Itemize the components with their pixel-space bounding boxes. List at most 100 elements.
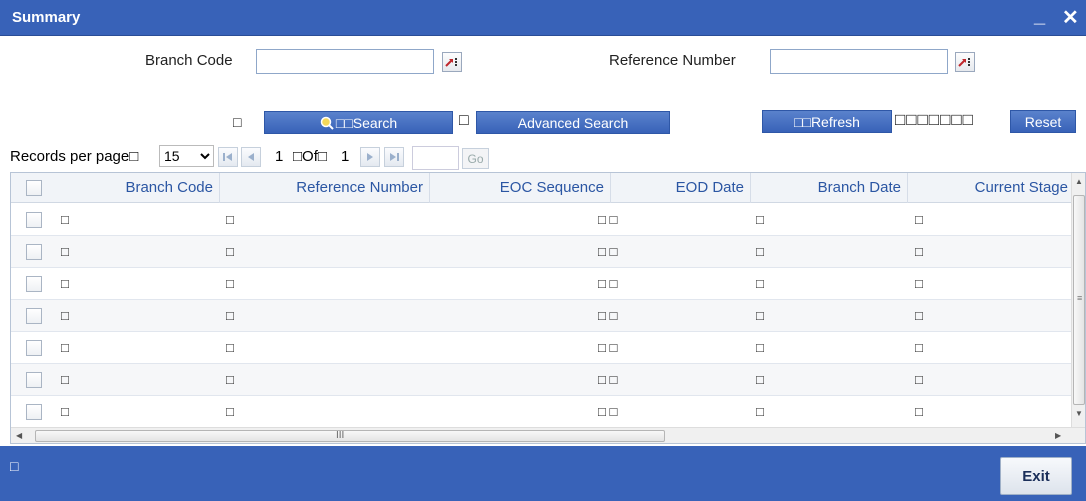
table-cell: □ (756, 340, 764, 355)
row-checkbox[interactable] (26, 404, 42, 420)
search-icon (320, 116, 334, 130)
reference-number-label: Reference Number (609, 52, 736, 69)
column-header-eod-date[interactable]: EOD Date (611, 173, 751, 203)
table-cell: □ (915, 308, 923, 323)
last-page-button[interactable] (384, 147, 404, 167)
reset-prefix-glyphs: □□□□□□□ (895, 110, 974, 129)
table-row[interactable]: □ □ □ □ □ □ (11, 332, 1071, 364)
next-page-icon (367, 153, 373, 161)
table-cell: □ (61, 308, 69, 323)
scroll-down-icon[interactable]: ▼ (1075, 409, 1083, 418)
table-cell: □ (226, 212, 234, 227)
reset-button[interactable]: Reset (1010, 110, 1076, 133)
table-cell: □ □ (598, 308, 618, 323)
table-cell: □ □ (598, 244, 618, 259)
row-checkbox[interactable] (26, 276, 42, 292)
list-of-values-icon (445, 58, 457, 67)
vertical-scrollbar[interactable]: ▲ ≡ ▼ (1071, 173, 1085, 427)
search-prefix-glyphs: □□ (335, 114, 353, 131)
records-per-page-label: Records per page□ (10, 148, 139, 165)
table-cell: □ (756, 276, 764, 291)
table-cell: □ □ (598, 404, 618, 419)
column-header-eoc-sequence[interactable]: EOC Sequence (430, 173, 611, 203)
table-cell: □ (61, 404, 69, 419)
scroll-left-icon[interactable]: ◀ (16, 431, 22, 440)
table-cell: □ □ (598, 276, 618, 291)
table-row[interactable]: □ □ □ □ □ □ (11, 300, 1071, 332)
table-cell: □ (61, 212, 69, 227)
table-cell: □ (226, 340, 234, 355)
status-glyph: □ (10, 458, 19, 474)
table-cell: □ (915, 340, 923, 355)
vertical-scroll-thumb[interactable]: ≡ (1073, 195, 1085, 405)
previous-page-icon (248, 153, 254, 161)
refresh-label: Refresh (810, 113, 860, 130)
previous-page-button[interactable] (241, 147, 261, 167)
reference-number-lov-button[interactable] (955, 52, 975, 72)
grid-rows: □ □ □ □ □ □ □ □ □ □ □ □ □ □ □ □ □ □ □ □ □ □ □ □ □ □ □ □ □ □ □ □ □ □… (11, 204, 1071, 428)
minimize-icon[interactable]: _ (1034, 5, 1045, 28)
reference-number-input[interactable] (770, 49, 948, 74)
search-button[interactable]: □□ Search (264, 111, 453, 134)
table-cell: □ □ (598, 340, 618, 355)
table-row[interactable]: □ □ □ □ □ □ (11, 204, 1071, 236)
table-cell: □ (756, 244, 764, 259)
row-checkbox[interactable] (26, 372, 42, 388)
table-cell: □ (756, 212, 764, 227)
go-button[interactable]: Go (462, 148, 489, 169)
first-page-button[interactable] (218, 147, 238, 167)
close-icon[interactable]: ✕ (1062, 5, 1079, 30)
table-row[interactable]: □ □ □ □ □ □ (11, 364, 1071, 396)
table-row[interactable]: □ □ □ □ □ □ (11, 268, 1071, 300)
scroll-right-icon[interactable]: ▶ (1055, 431, 1061, 440)
table-row[interactable]: □ □ □ □ □ □ (11, 236, 1071, 268)
total-pages: 1 (341, 148, 350, 165)
scroll-up-icon[interactable]: ▲ (1075, 177, 1083, 186)
records-per-page-select[interactable]: 15 (159, 145, 214, 167)
table-cell: □ (756, 372, 764, 387)
table-cell: □ (61, 340, 69, 355)
footer-bar: □ Exit (0, 446, 1086, 501)
horizontal-scrollbar[interactable]: ◀ III ▶ (11, 427, 1085, 443)
list-of-values-icon (958, 58, 970, 67)
refresh-prefix-glyphs: □□ (794, 113, 811, 130)
table-cell: □ (915, 244, 923, 259)
branch-code-label: Branch Code (145, 52, 233, 69)
table-cell: □ (61, 372, 69, 387)
column-header-reference-number[interactable]: Reference Number (220, 173, 430, 203)
table-cell: □ (226, 308, 234, 323)
refresh-button[interactable]: □□ Refresh (762, 110, 892, 133)
table-cell: □ (226, 404, 234, 419)
row-checkbox[interactable] (26, 340, 42, 356)
horizontal-scroll-thumb[interactable]: III (35, 430, 665, 442)
pager: Records per page□ 15 1 □Of□ 1 Go (0, 144, 1086, 170)
advanced-search-button[interactable]: Advanced Search (476, 111, 670, 134)
table-cell: □ (915, 212, 923, 227)
table-cell: □ (915, 404, 923, 419)
search-label: Search (352, 114, 398, 131)
scroll-grip-icon: III (336, 430, 345, 441)
column-header-branch-date[interactable]: Branch Date (751, 173, 908, 203)
exit-button[interactable]: Exit (1000, 457, 1072, 495)
column-header-current-stage[interactable]: Current Stage (908, 173, 1074, 203)
row-checkbox[interactable] (26, 244, 42, 260)
results-grid: Branch Code Reference Number EOC Sequenc… (10, 172, 1086, 444)
current-page: 1 (275, 148, 284, 165)
row-checkbox[interactable] (26, 212, 42, 228)
goto-page-input[interactable] (412, 146, 459, 170)
branch-code-lov-button[interactable] (442, 52, 462, 72)
toolbar-separator-glyph: □ (459, 112, 469, 129)
first-page-icon (223, 153, 232, 161)
row-checkbox[interactable] (26, 308, 42, 324)
select-all-checkbox[interactable] (26, 180, 42, 196)
window-title: Summary (12, 9, 81, 26)
table-row[interactable]: □ □ □ □ □ □ (11, 396, 1071, 428)
column-header-branch-code[interactable]: Branch Code (55, 173, 220, 203)
next-page-button[interactable] (360, 147, 380, 167)
table-cell: □ (61, 244, 69, 259)
branch-code-input[interactable] (256, 49, 434, 74)
table-cell: □ (756, 404, 764, 419)
table-cell: □ (915, 372, 923, 387)
table-cell: □ □ (598, 212, 618, 227)
title-bar: Summary _ ✕ (0, 0, 1086, 36)
